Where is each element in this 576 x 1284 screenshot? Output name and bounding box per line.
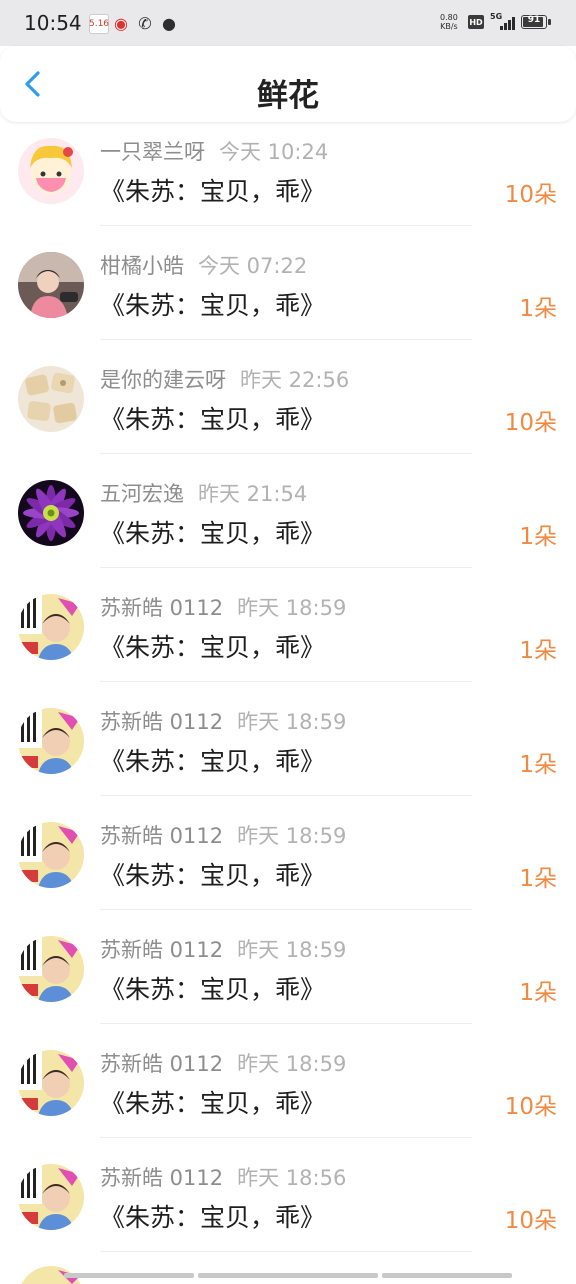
sender-name[interactable]: 苏新皓 0112 xyxy=(100,710,223,734)
sender-name[interactable]: 苏新皓 0112 xyxy=(100,938,223,962)
gift-name: 《朱苏：宝贝，乖》 xyxy=(100,633,326,662)
sender-info: 五河宏逸 昨天 21:54 xyxy=(100,478,307,508)
gift-name: 《朱苏：宝贝，乖》 xyxy=(100,1203,326,1232)
divider xyxy=(100,339,472,340)
signal-strength-icon: 5G xyxy=(490,12,518,32)
avatar[interactable] xyxy=(18,1050,84,1116)
sender-info: 苏新皓 0112 昨天 18:59 xyxy=(100,934,346,964)
avatar[interactable] xyxy=(18,1164,84,1230)
network-speed: 0.80 KB/s xyxy=(440,13,458,31)
page-header: 鲜花 xyxy=(0,46,576,122)
avatar[interactable] xyxy=(18,366,84,432)
sender-info: 苏新皓 0112 昨天 18:56 xyxy=(100,1162,346,1192)
flower-count: 1朵 xyxy=(519,296,557,322)
sender-name[interactable]: 苏新皓 0112 xyxy=(100,1166,223,1190)
flower-count: 1朵 xyxy=(519,638,557,664)
avatar[interactable] xyxy=(18,594,84,660)
avatar[interactable] xyxy=(18,936,84,1002)
timestamp: 昨天 22:56 xyxy=(240,368,350,392)
list-item[interactable]: 一只翠兰呀 今天 10:24 《朱苏：宝贝，乖》 10朵 xyxy=(0,122,576,236)
scroll-indicator xyxy=(64,1273,194,1278)
list-item[interactable]: 苏新皓 0112 昨天 18:59 《朱苏：宝贝，乖》 1朵 xyxy=(0,692,576,806)
sender-name[interactable]: 苏新皓 0112 xyxy=(100,824,223,848)
flower-count: 10朵 xyxy=(504,410,557,436)
battery-icon: 91 xyxy=(521,15,547,29)
timestamp: 今天 10:24 xyxy=(219,140,329,164)
list-item[interactable]: 苏新皓 0112 昨天 18:59 《朱苏：宝贝，乖》 1朵 xyxy=(0,806,576,920)
list-item[interactable]: 苏新皓 0112 昨天 18:59 《朱苏：宝贝，乖》 1朵 xyxy=(0,920,576,1034)
flower-count: 1朵 xyxy=(519,524,557,550)
next-list-item-peek xyxy=(0,1262,576,1284)
list-item[interactable]: 柑橘小皓 今天 07:22 《朱苏：宝贝，乖》 1朵 xyxy=(0,236,576,350)
gift-name: 《朱苏：宝贝，乖》 xyxy=(100,975,326,1004)
hd-badge: HD xyxy=(468,15,484,29)
sender-info: 是你的建云呀 昨天 22:56 xyxy=(100,364,349,394)
list-item[interactable]: 苏新皓 0112 昨天 18:59 《朱苏：宝贝，乖》 1朵 xyxy=(0,578,576,692)
divider xyxy=(100,909,472,910)
divider xyxy=(100,567,472,568)
gift-name: 《朱苏：宝贝，乖》 xyxy=(100,1089,326,1118)
divider xyxy=(100,453,472,454)
gift-name: 《朱苏：宝贝，乖》 xyxy=(100,519,326,548)
list-item[interactable]: 苏新皓 0112 昨天 18:56 《朱苏：宝贝，乖》 10朵 xyxy=(0,1148,576,1262)
flower-count: 1朵 xyxy=(519,866,557,892)
status-time: 10:54 xyxy=(24,11,82,35)
sender-name[interactable]: 苏新皓 0112 xyxy=(100,1052,223,1076)
divider xyxy=(100,795,472,796)
sender-name[interactable]: 苏新皓 0112 xyxy=(100,596,223,620)
flower-count: 10朵 xyxy=(504,1094,557,1120)
sender-info: 苏新皓 0112 昨天 18:59 xyxy=(100,706,346,736)
sender-name[interactable]: 柑橘小皓 xyxy=(100,254,184,278)
list-item[interactable]: 五河宏逸 昨天 21:54 《朱苏：宝贝，乖》 1朵 xyxy=(0,464,576,578)
avatar[interactable] xyxy=(18,708,84,774)
flower-gift-list: 一只翠兰呀 今天 10:24 《朱苏：宝贝，乖》 10朵 柑橘小皓 今天 07:22… xyxy=(0,122,576,1262)
timestamp: 昨天 18:59 xyxy=(237,1052,347,1076)
timestamp: 昨天 21:54 xyxy=(198,482,308,506)
timestamp: 昨天 18:59 xyxy=(237,596,347,620)
flower-count: 1朵 xyxy=(519,752,557,778)
sender-info: 苏新皓 0112 昨天 18:59 xyxy=(100,820,346,850)
gift-name: 《朱苏：宝贝，乖》 xyxy=(100,177,326,206)
avatar[interactable] xyxy=(18,252,84,318)
flower-count: 1朵 xyxy=(519,980,557,1006)
sender-name[interactable]: 五河宏逸 xyxy=(100,482,184,506)
divider xyxy=(100,1023,472,1024)
list-item[interactable]: 是你的建云呀 昨天 22:56 《朱苏：宝贝，乖》 10朵 xyxy=(0,350,576,464)
calendar-icon: 5.16 xyxy=(89,14,109,34)
timestamp: 昨天 18:59 xyxy=(237,824,347,848)
page-title: 鲜花 xyxy=(257,78,319,114)
list-item[interactable]: 苏新皓 0112 昨天 18:59 《朱苏：宝贝，乖》 10朵 xyxy=(0,1034,576,1148)
status-bar: 10:54 5.16 ◉ ✆ ● 0.80 KB/s HD 5G 91 xyxy=(0,0,576,46)
flower-count: 10朵 xyxy=(504,182,557,208)
divider xyxy=(100,225,472,226)
missed-call-icon: ✆ xyxy=(138,13,152,33)
timestamp: 昨天 18:56 xyxy=(237,1166,347,1190)
avatar[interactable] xyxy=(18,138,84,204)
divider xyxy=(100,1251,472,1252)
sender-info: 苏新皓 0112 昨天 18:59 xyxy=(100,592,346,622)
divider xyxy=(100,681,472,682)
gift-name: 《朱苏：宝贝，乖》 xyxy=(100,405,326,434)
timestamp: 昨天 18:59 xyxy=(237,710,347,734)
avatar[interactable] xyxy=(18,480,84,546)
gift-name: 《朱苏：宝贝，乖》 xyxy=(100,747,326,776)
flower-count: 10朵 xyxy=(504,1208,557,1234)
gift-name: 《朱苏：宝贝，乖》 xyxy=(100,861,326,890)
sender-info: 苏新皓 0112 昨天 18:59 xyxy=(100,1048,346,1078)
sender-name[interactable]: 一只翠兰呀 xyxy=(100,140,205,164)
divider xyxy=(100,1137,472,1138)
timestamp: 今天 07:22 xyxy=(198,254,308,278)
sender-name[interactable]: 是你的建云呀 xyxy=(100,368,226,392)
timestamp: 昨天 18:59 xyxy=(237,938,347,962)
sender-info: 一只翠兰呀 今天 10:24 xyxy=(100,136,328,166)
gift-name: 《朱苏：宝贝，乖》 xyxy=(100,291,326,320)
sender-info: 柑橘小皓 今天 07:22 xyxy=(100,250,307,280)
wechat-icon: ● xyxy=(162,13,176,33)
weibo-icon: ◉ xyxy=(114,13,128,33)
avatar[interactable] xyxy=(18,822,84,888)
